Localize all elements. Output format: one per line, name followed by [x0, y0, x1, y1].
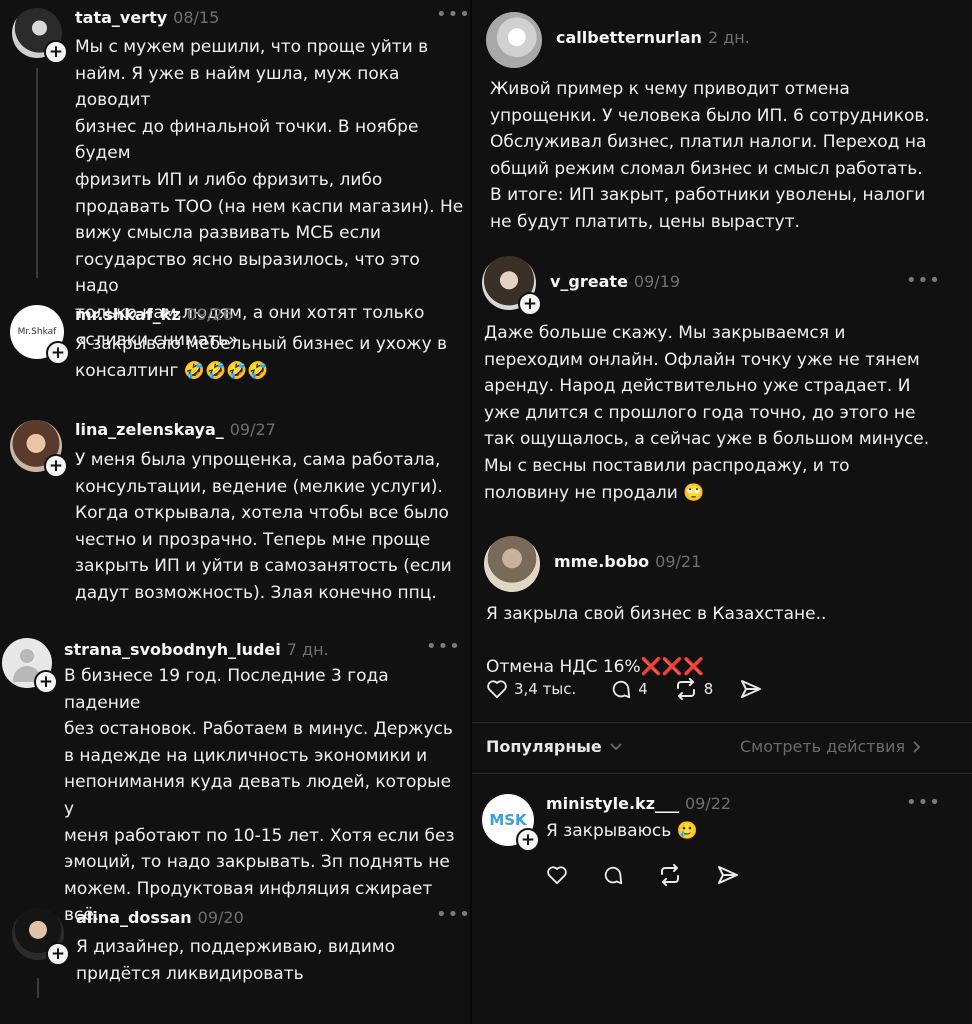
avatar[interactable]: +: [12, 8, 68, 64]
repost-icon: [676, 678, 695, 700]
like-count: 3,4 тыс.: [514, 680, 577, 698]
more-options-icon[interactable]: •••: [906, 792, 941, 813]
like-button[interactable]: [546, 865, 574, 885]
share-button[interactable]: [739, 678, 769, 700]
follow-plus-icon[interactable]: +: [518, 292, 542, 316]
reply-post: callbetternurlan 2 дн. Живой пример к чем…: [472, 0, 972, 250]
reply-post: + tata_verty 08/15 ••• Мы с мужем решили,…: [0, 0, 470, 350]
more-options-icon[interactable]: •••: [426, 636, 461, 657]
post-text: У меня была упрощенка, сама работала, ко…: [75, 450, 452, 603]
like-button[interactable]: 3,4 тыс.: [486, 679, 576, 699]
comment-count: 4: [638, 680, 648, 698]
reply-post: mme.bobo 09/21 Я закрыла свой бизнес в Ка…: [472, 530, 972, 720]
reply-post: + lina_zelenskaya_ 09/27 У меня была упро…: [0, 410, 470, 630]
post-text: Я закрываю мебельный бизнес и ухожу в ко…: [75, 334, 448, 381]
post-date: 08/15: [173, 8, 220, 27]
chevron-down-icon: [610, 742, 622, 750]
more-options-icon[interactable]: •••: [436, 904, 470, 925]
avatar[interactable]: [486, 12, 542, 68]
avatar[interactable]: +: [482, 256, 542, 316]
post-date: 09/21: [655, 552, 702, 571]
send-icon: [718, 866, 738, 884]
repost-button[interactable]: [658, 864, 688, 886]
post-date: 09/22: [685, 794, 732, 813]
reply-post: + strana_svobodnyh_ludei 7 дн. ••• В бизн…: [0, 630, 470, 925]
divider: [472, 773, 972, 774]
username[interactable]: ministyle.kz___ 09/22: [546, 794, 731, 813]
repost-icon: [661, 864, 679, 886]
avatar[interactable]: +: [10, 420, 68, 478]
post-text: Живой пример к чему приводит отмена упро…: [490, 79, 930, 232]
send-icon: [741, 680, 762, 698]
chevron-right-icon: [913, 740, 921, 753]
follow-plus-icon[interactable]: +: [516, 828, 540, 852]
post-text: Даже больше скажу. Мы закрываемся и пере…: [484, 323, 930, 503]
post-text: Я дизайнер, поддерживаю, видимо придётся…: [76, 937, 395, 984]
comment-button[interactable]: 4: [610, 678, 648, 700]
avatar[interactable]: +: [2, 638, 58, 694]
heart-icon: [547, 866, 567, 885]
post-text: Я закрыла свой бизнес в Казахстане.. Отм…: [486, 604, 827, 678]
repost-button[interactable]: 8: [674, 678, 714, 700]
follow-plus-icon[interactable]: +: [44, 454, 68, 478]
avatar[interactable]: MSK +: [482, 794, 540, 852]
avatar[interactable]: Mr.Shkaf +: [10, 305, 70, 365]
follow-plus-icon[interactable]: +: [46, 341, 70, 365]
reply-post: + alina_dossan 09/20 ••• Я дизайнер, подд…: [0, 900, 470, 1024]
right-screenshot: callbetternurlan 2 дн. Живой пример к чем…: [472, 0, 972, 1024]
username[interactable]: strana_svobodnyh_ludei 7 дн.: [64, 640, 329, 659]
comment-icon: [604, 866, 623, 885]
avatar[interactable]: +: [12, 908, 70, 966]
repost-count: 8: [703, 680, 714, 698]
username[interactable]: alina_dossan 09/20: [76, 908, 244, 927]
post-date: 09/26: [186, 305, 233, 324]
view-actions-label: Смотреть действия: [740, 737, 906, 756]
comment-button[interactable]: [602, 864, 630, 886]
left-screenshot: + tata_verty 08/15 ••• Мы с мужем решили,…: [0, 0, 470, 1024]
follow-plus-icon[interactable]: +: [34, 670, 58, 694]
comment-icon: [613, 680, 631, 699]
post-date: 09/27: [229, 420, 276, 439]
post-actions: [546, 864, 768, 886]
post-date: 2 дн.: [707, 28, 750, 47]
divider: [472, 722, 972, 723]
username[interactable]: callbetternurlan 2 дн.: [556, 28, 750, 47]
follow-plus-icon[interactable]: +: [44, 40, 68, 64]
view-actions-link[interactable]: Смотреть действия: [740, 737, 923, 756]
more-options-icon[interactable]: •••: [436, 4, 470, 25]
popular-label: Популярные: [486, 737, 602, 756]
reply-post: Mr.Shkaf + mr.shkaf_kz 09/26 Я закрываю м…: [0, 295, 470, 405]
post-actions: 3,4 тыс. 4 8: [486, 678, 791, 700]
heart-icon: [487, 680, 507, 699]
sort-popular-dropdown[interactable]: Популярные: [486, 737, 624, 756]
post-text: Я закрываюсь 🥲: [546, 821, 698, 841]
more-options-icon[interactable]: •••: [906, 270, 941, 291]
username[interactable]: lina_zelenskaya_ 09/27: [75, 420, 276, 439]
username[interactable]: v_greate 09/19: [550, 272, 680, 291]
post-date: 09/20: [197, 908, 244, 927]
username[interactable]: mr.shkaf_kz 09/26: [75, 305, 233, 324]
username[interactable]: tata_verty 08/15: [75, 8, 219, 27]
post-date: 7 дн.: [286, 640, 329, 659]
thread-line: [36, 68, 38, 278]
post-text: В бизнесе 19 год. Последние 3 года паден…: [64, 666, 455, 926]
follow-plus-icon[interactable]: +: [46, 942, 70, 966]
reply-post: + v_greate 09/19 ••• Даже больше скажу. М…: [472, 250, 972, 520]
post-date: 09/19: [633, 272, 681, 291]
thread-line: [37, 978, 39, 998]
username[interactable]: mme.bobo 09/21: [554, 552, 701, 571]
avatar[interactable]: [484, 536, 540, 592]
share-button[interactable]: [716, 864, 746, 886]
reply-post: MSK + ministyle.kz___ 09/22 ••• Я закрыва…: [472, 780, 972, 900]
